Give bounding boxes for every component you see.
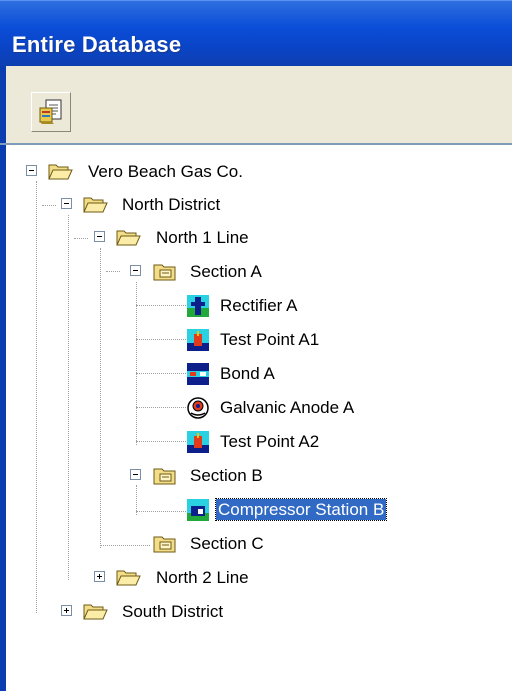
galvanic-anode-icon [187,397,209,419]
section-folder-icon [153,264,176,281]
tree-line [68,215,69,580]
folder-open-icon [83,197,108,213]
tree-line [42,205,56,206]
tree-line [136,305,186,306]
tree-node-label: South District [122,602,224,621]
tree-node-label: Rectifier A [220,296,298,315]
tree-line [136,441,186,442]
tree-node-label: Section B [190,466,263,485]
tree-line [136,339,186,340]
folder-open-icon [83,604,108,620]
folder-open-icon [116,570,141,586]
tree-line [136,373,186,374]
tree-node-label: North 1 Line [156,228,249,247]
toolbar [0,66,512,143]
test-point-icon [187,431,209,453]
tree-node-label: Test Point A2 [220,432,320,451]
tree-node-label: Bond A [220,364,275,383]
test-point-icon [187,329,209,351]
bond-icon [187,363,209,385]
tree-line [74,238,88,239]
tree-line [36,181,37,613]
tree-node-label: Compressor Station B [214,498,388,521]
folder-open-icon [48,164,73,180]
tree-node-label: Galvanic Anode A [220,398,355,417]
title-bar: Entire Database [0,0,512,66]
tree-node-label: Vero Beach Gas Co. [88,162,243,181]
collapse-toggle[interactable] [130,265,141,276]
collapse-toggle[interactable] [26,165,37,176]
tree-line [136,407,186,408]
section-folder-icon [153,468,176,485]
collapse-toggle[interactable] [94,231,105,242]
tree-line [106,271,120,272]
tree-node-label: Section C [190,534,264,553]
document-report-icon [39,99,62,124]
tree-line [136,282,137,445]
tree-line [100,545,150,546]
report-button[interactable] [31,92,71,132]
compressor-station-icon [187,499,209,521]
tree-line [100,248,101,548]
tree-line [136,511,186,512]
section-folder-icon [153,536,176,553]
expand-toggle[interactable] [94,571,105,582]
tree-view[interactable]: Vero Beach Gas Co. North District North … [0,145,512,691]
folder-open-icon [116,230,141,246]
collapse-toggle[interactable] [130,469,141,480]
collapse-toggle[interactable] [61,198,72,209]
rectifier-icon [187,295,209,317]
tree-node-label: Section A [190,262,262,281]
tree-node-label: Test Point A1 [220,330,320,349]
window-title: Entire Database [12,32,182,57]
expand-toggle[interactable] [61,605,72,616]
tree-node-label: North District [122,195,221,214]
tree-node-label: North 2 Line [156,568,249,587]
